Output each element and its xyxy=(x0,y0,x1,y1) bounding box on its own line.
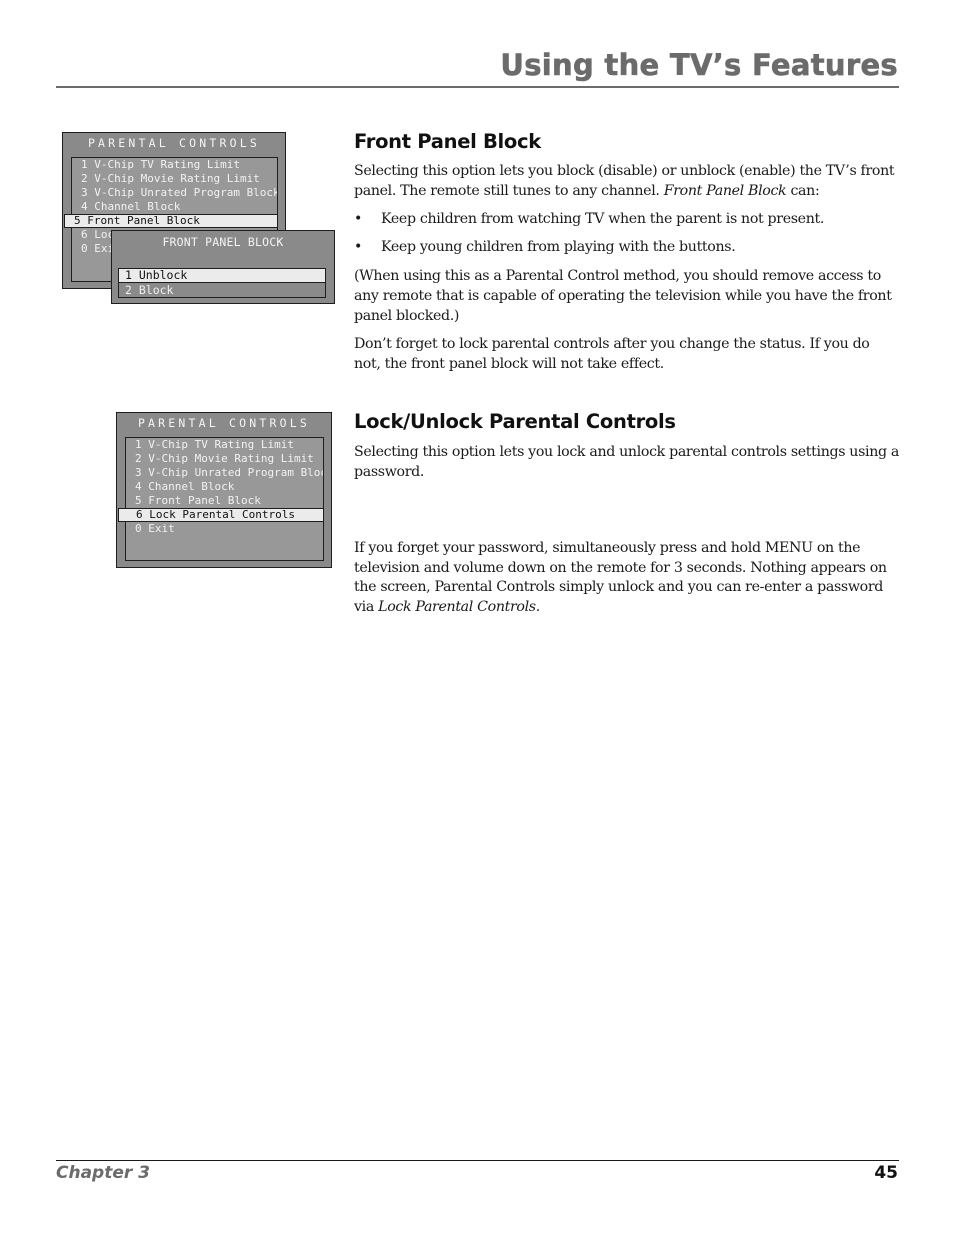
emphasis-text: Lock Parental Controls xyxy=(378,598,536,615)
osd-title: FRONT PANEL BLOCK xyxy=(162,235,284,249)
bullet-item: • Keep children from watching TV when the… xyxy=(354,210,899,230)
bullet-item: • Keep young children from playing with t… xyxy=(354,238,899,258)
osd-menu-item: 4 Channel Block xyxy=(81,200,181,213)
text: can: xyxy=(786,182,820,199)
osd-title: PARENTAL CONTROLS xyxy=(137,416,311,430)
osd-menu-item-selected: 5 Front Panel Block xyxy=(64,214,278,228)
text: . xyxy=(535,598,541,615)
section-intro: Selecting this option lets you block (di… xyxy=(354,162,899,201)
osd-menu-item: 1 V-Chip TV Rating Limit xyxy=(135,438,294,451)
page-title: Using the TV’s Features xyxy=(500,48,898,83)
bullet-text: Keep young children from playing with th… xyxy=(381,238,736,255)
osd-title: PARENTAL CONTROLS xyxy=(87,136,261,150)
footer-rule xyxy=(56,1160,899,1161)
osd-menu-item-selected: 6 Lock Parental Controls xyxy=(118,508,324,522)
osd-menu-item: 5 Front Panel Block xyxy=(135,494,261,507)
osd-menu-list: 1 V-Chip TV Rating Limit 2 V-Chip Movie … xyxy=(118,437,324,561)
osd-menu-item: 3 V-Chip Unrated Program Block xyxy=(135,466,323,479)
section-heading: Lock/Unlock Parental Controls xyxy=(354,410,676,433)
osd-front-panel-block-menu: FRONT PANEL BLOCK 1 Unblock 2 Block xyxy=(111,230,335,304)
osd-menu-item: 2 V-Chip Movie Rating Limit xyxy=(81,172,260,185)
title-rule xyxy=(56,86,899,88)
osd-menu-item-selected: 1 Unblock xyxy=(118,268,326,283)
osd-menu-item: 0 Exit xyxy=(135,522,175,535)
section-lock-unlock: Lock/Unlock Parental Controls Selecting … xyxy=(354,410,899,618)
section-heading: Front Panel Block xyxy=(354,130,541,153)
osd-menu-list: 1 Unblock 2 Block xyxy=(118,268,326,298)
bullet-icon: • xyxy=(354,238,363,255)
section-reminder: Don’t forget to lock parental controls a… xyxy=(354,336,870,372)
section-intro: Selecting this option lets you lock and … xyxy=(354,444,899,480)
osd-menu-item: 2 Block xyxy=(118,283,326,298)
section-front-panel-block: Front Panel Block Selecting this option … xyxy=(354,130,899,374)
footer-chapter: Chapter 3 xyxy=(56,1163,151,1183)
section-forgot-password: If you forget your password, simultaneou… xyxy=(354,539,899,617)
osd-menu-item: 2 V-Chip Movie Rating Limit xyxy=(135,452,314,465)
section-note: (When using this as a Parental Control m… xyxy=(354,268,892,324)
osd-parental-controls-menu-lock: PARENTAL CONTROLS 1 V-Chip TV Rating Lim… xyxy=(116,412,332,568)
bullet-text: Keep children from watching TV when the … xyxy=(381,211,825,228)
osd-menu-item: 4 Channel Block xyxy=(135,480,235,493)
osd-menu-item: 1 V-Chip TV Rating Limit xyxy=(81,158,240,171)
page-number: 45 xyxy=(874,1163,898,1183)
emphasis-text: Front Panel Block xyxy=(663,182,787,199)
osd-menu-item: 3 V-Chip Unrated Program Block xyxy=(81,186,277,199)
bullet-icon: • xyxy=(354,211,363,228)
